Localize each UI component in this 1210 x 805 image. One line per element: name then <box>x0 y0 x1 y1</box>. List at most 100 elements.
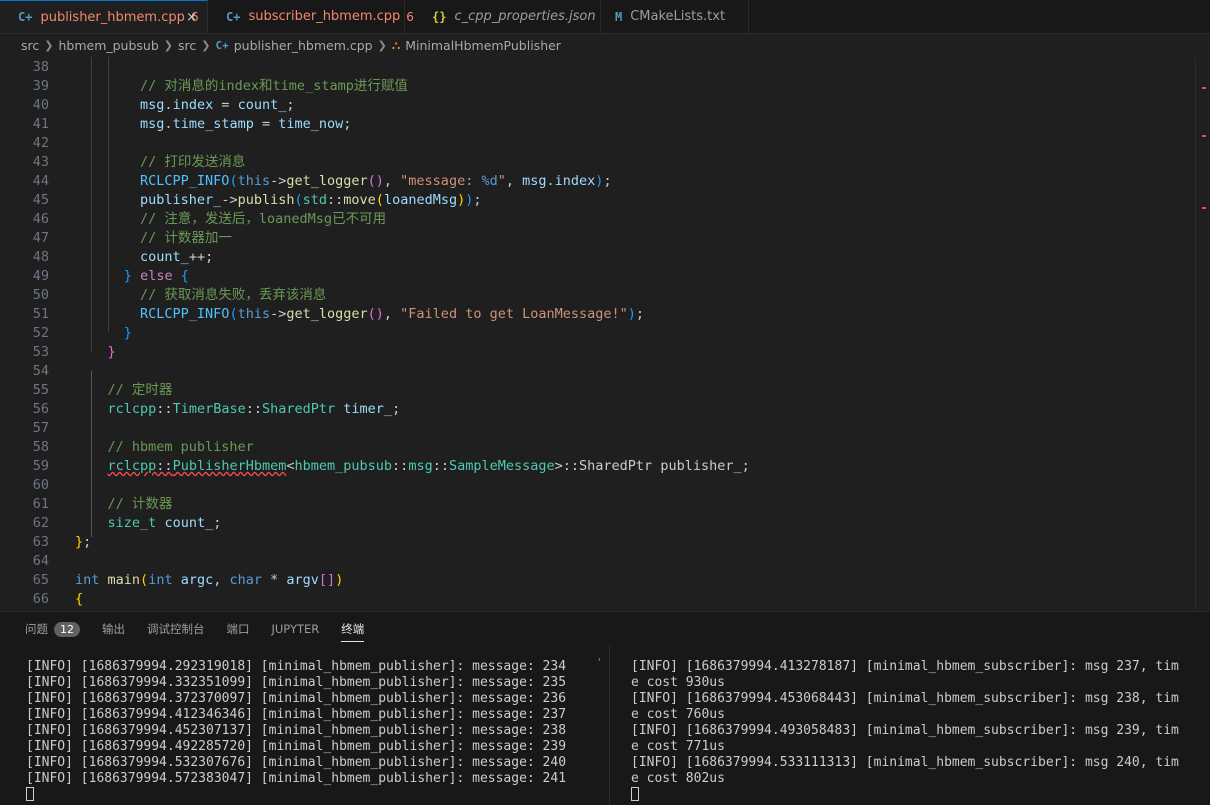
tab-label: 调试控制台 <box>147 622 205 636</box>
code-line[interactable]: 45 publisher_->publish(std::move(loanedM… <box>0 191 1195 210</box>
code-line[interactable]: 48 count_++; <box>0 248 1195 267</box>
code-text: RCLCPP_INFO(this->get_logger(), "message… <box>75 172 612 191</box>
code-token: timer_ <box>343 401 393 417</box>
code-token: . <box>546 173 555 189</box>
code-token: . <box>164 116 173 132</box>
code-line[interactable]: 52 } <box>0 324 1195 343</box>
tab-subscriber-hbmem[interactable]: C+ subscriber_hbmem.cpp 6 <box>208 0 414 33</box>
code-token: * <box>262 572 287 588</box>
breadcrumb-item[interactable]: publisher_hbmem.cpp <box>234 38 373 53</box>
code-line[interactable]: 59 rclcpp::PublisherHbmem<hbmem_pubsub::… <box>0 457 1195 476</box>
code-token: } <box>75 534 84 550</box>
tab-problems[interactable]: 问题 12 <box>25 612 80 646</box>
code-line[interactable]: 44 RCLCPP_INFO(this->get_logger(), "mess… <box>0 172 1195 191</box>
problems-count-badge: 12 <box>54 621 80 637</box>
code-token: -> <box>221 192 238 208</box>
code-line[interactable]: 57 <box>0 419 1195 438</box>
code-token: index <box>554 173 596 189</box>
breadcrumb-item[interactable]: MinimalHbmemPublisher <box>405 38 561 53</box>
tab-ports[interactable]: 端口 <box>227 612 250 646</box>
code-line[interactable]: 43 // 打印发送消息 <box>0 153 1195 172</box>
code-line[interactable]: 41 msg.time_stamp = time_now; <box>0 115 1195 134</box>
code-line[interactable]: 40 msg.index = count_; <box>0 96 1195 115</box>
error-marker <box>1202 87 1206 89</box>
chevron-right-icon: ❯ <box>163 38 173 52</box>
code-line[interactable]: 62 size_t count_; <box>0 514 1195 533</box>
code-line[interactable]: 39 // 对消息的index和time_stamp进行赋值 <box>0 77 1195 96</box>
code-line[interactable]: 50 // 获取消息失败，丢弃该消息 <box>0 286 1195 305</box>
code-token: = <box>213 97 238 113</box>
code-token: :: <box>432 458 449 474</box>
chevron-right-icon: ❯ <box>44 38 54 52</box>
code-token: ( <box>229 306 238 322</box>
line-number: 47 <box>32 230 49 246</box>
code-token: ; <box>343 116 352 132</box>
tab-jupyter[interactable]: JUPYTER <box>272 612 320 646</box>
code-token: } <box>123 268 132 284</box>
tab-label: subscriber_hbmem.cpp <box>248 9 401 24</box>
code-line[interactable]: 64 <box>0 552 1195 571</box>
breadcrumb-item[interactable]: hbmem_pubsub <box>58 38 158 53</box>
terminal-publisher[interactable]: [INFO] [1686379994.292319018] [minimal_h… <box>26 659 606 803</box>
tab-publisher-hbmem[interactable]: C+ publisher_hbmem.cpp 6 × <box>0 0 208 33</box>
line-number: 45 <box>32 192 49 208</box>
code-text: // hbmem publisher <box>75 438 254 457</box>
code-editor[interactable]: 38 39 // 对消息的index和time_stamp进行赋值 40 msg.i… <box>0 57 1210 610</box>
line-number: 46 <box>32 211 49 227</box>
code-text: // 注意，发送后，loanedMsg已不可用 <box>75 210 386 229</box>
code-line[interactable]: 61 // 计数器 <box>0 495 1195 514</box>
code-token: ; <box>635 306 645 322</box>
code-line[interactable]: 42 <box>0 134 1195 153</box>
code-line[interactable]: 55 // 定时器 <box>0 381 1195 400</box>
breadcrumb-item[interactable]: src <box>178 38 196 53</box>
code-token: index <box>172 97 214 113</box>
code-token: :: <box>156 401 173 417</box>
code-line[interactable]: 66 { <box>0 590 1195 609</box>
code-line[interactable]: 56 rclcpp::TimerBase::SharedPtr timer_; <box>0 400 1195 419</box>
code-token: time_now <box>278 116 344 132</box>
tab-cmakelists[interactable]: M CMakeLists.txt <box>601 0 749 33</box>
line-number: 57 <box>32 420 49 436</box>
tab-output[interactable]: 输出 <box>102 612 125 646</box>
code-line[interactable]: 54 <box>0 362 1195 381</box>
terminal-line: [INFO] [1686379994.372370097] [minimal_h… <box>26 691 567 706</box>
terminal-prompt[interactable] <box>631 787 1201 803</box>
tab-debug-console[interactable]: 调试控制台 <box>147 612 205 646</box>
terminal-line: [INFO] [1686379994.413278187] [minimal_h… <box>631 659 1179 674</box>
code-line[interactable]: 63}; <box>0 533 1195 552</box>
code-line[interactable]: 53 } <box>0 343 1195 362</box>
terminal-subscriber[interactable]: [INFO] [1686379994.413278187] [minimal_h… <box>631 659 1201 803</box>
code-line[interactable]: 47 // 计数器加一 <box>0 229 1195 248</box>
code-token: = <box>253 116 279 132</box>
code-text: } else { <box>75 267 189 286</box>
code-line[interactable]: 58 // hbmem publisher <box>0 438 1195 457</box>
code-line[interactable]: 46 // 注意，发送后，loanedMsg已不可用 <box>0 210 1195 229</box>
code-token: () <box>367 173 384 189</box>
code-token: RCLCPP_INFO <box>140 173 230 189</box>
code-token: "message: <box>400 173 482 189</box>
code-token: rclcpp <box>107 458 157 474</box>
code-token: msg <box>140 97 165 113</box>
cpp-file-icon: C+ <box>18 10 33 24</box>
code-line[interactable]: 65 int main(int argc, char * argv[]) <box>0 571 1195 590</box>
scroll-marker-icon: ' <box>596 656 603 669</box>
terminal-split-divider[interactable] <box>609 646 610 805</box>
terminal-prompt[interactable] <box>26 787 606 803</box>
overview-ruler[interactable] <box>1195 57 1210 610</box>
code-line[interactable]: 49 } else { <box>0 267 1195 286</box>
code-token: , <box>213 572 230 588</box>
tab-c-cpp-properties[interactable]: {} c_cpp_properties.json <box>405 0 601 33</box>
code-token: // 计数器加一 <box>140 230 232 246</box>
terminal-line: [INFO] [1686379994.453068443] [minimal_h… <box>631 691 1179 706</box>
code-line[interactable]: 38 <box>0 58 1195 77</box>
terminal-line: [INFO] [1686379994.292319018] [minimal_h… <box>26 659 567 674</box>
breadcrumb-item[interactable]: src <box>21 38 39 53</box>
close-icon[interactable]: × <box>186 10 197 25</box>
code-line[interactable]: 60 <box>0 476 1195 495</box>
tab-terminal[interactable]: 终端 <box>341 612 365 646</box>
code-line[interactable]: 51 RCLCPP_INFO(this->get_logger(), "Fail… <box>0 305 1195 324</box>
